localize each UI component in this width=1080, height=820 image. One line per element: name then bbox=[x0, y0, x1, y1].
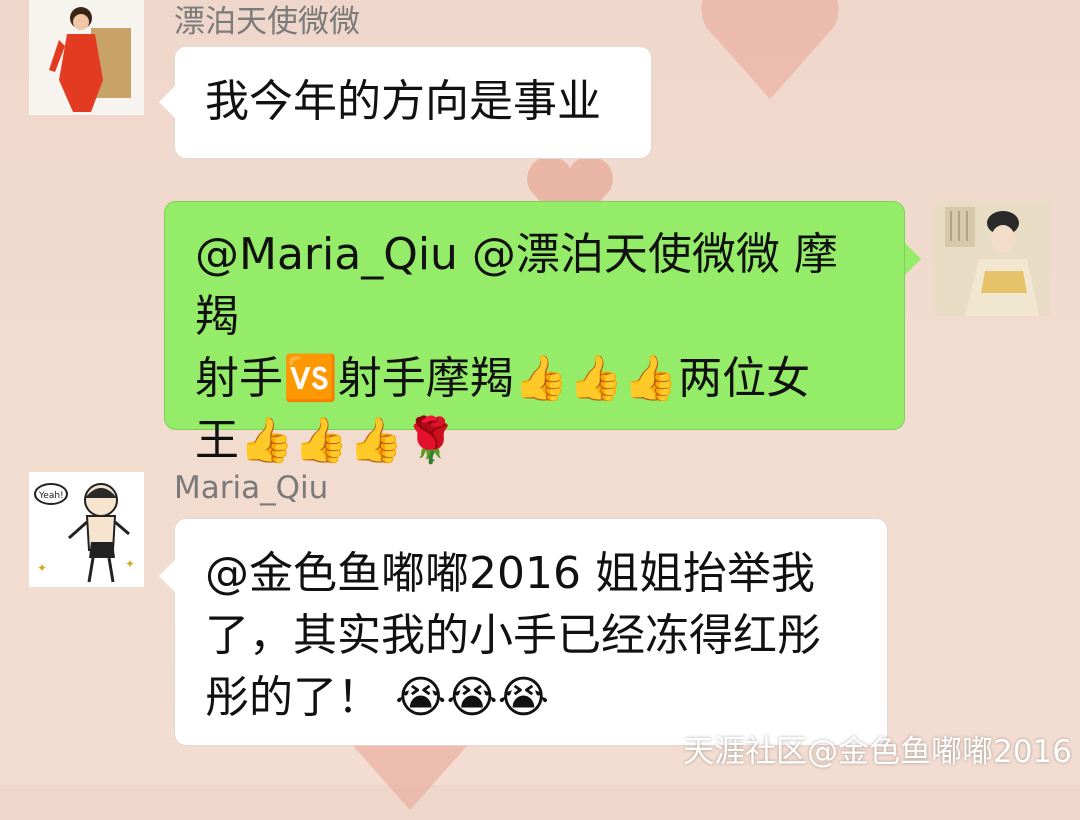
message-line: 射手🆚射手摩羯👍👍👍两位女 bbox=[195, 353, 811, 404]
message-line: 彤的了！ 😭😭😭 bbox=[205, 672, 550, 723]
bubble-tail bbox=[159, 560, 175, 592]
woman-in-red-avatar-icon bbox=[29, 0, 144, 115]
bubble-tail bbox=[905, 243, 921, 275]
watermark: 天涯社区@金色鱼嘟嘟2016 bbox=[683, 734, 1072, 770]
svg-text:✦: ✦ bbox=[37, 561, 47, 575]
message-text: 我今年的方向是事业 bbox=[205, 76, 601, 127]
avatar[interactable] bbox=[935, 201, 1050, 316]
message-line: 王👍👍👍🌹 bbox=[195, 415, 459, 466]
message-bubble[interactable]: @金色鱼嘟嘟2016 姐姐抬举我 了，其实我的小手已经冻得红彤 彤的了！ 😭😭😭 bbox=[174, 518, 888, 746]
message-bubble[interactable]: 我今年的方向是事业 bbox=[174, 46, 652, 159]
svg-text:✦: ✦ bbox=[125, 557, 135, 571]
message-line: @金色鱼嘟嘟2016 姐姐抬举我 bbox=[205, 548, 815, 599]
background-heart-top bbox=[690, 0, 850, 110]
ancient-painting-woman-avatar-icon bbox=[935, 201, 1050, 316]
bubble-tail bbox=[159, 86, 175, 118]
message-line: @Maria_Qiu @漂泊天使微微 摩羯 bbox=[195, 229, 838, 342]
message-line: 了，其实我的小手已经冻得红彤 bbox=[205, 610, 821, 661]
sender-name: 漂泊天使微微 bbox=[174, 4, 360, 40]
cartoon-man-avatar-icon: Yeah! ✦ ✦ bbox=[29, 472, 144, 587]
avatar[interactable] bbox=[29, 0, 144, 115]
sender-name: Maria_Qiu bbox=[174, 470, 329, 506]
avatar[interactable]: Yeah! ✦ ✦ bbox=[29, 472, 144, 587]
message-bubble[interactable]: @Maria_Qiu @漂泊天使微微 摩羯 射手🆚射手摩羯👍👍👍两位女 王👍👍👍… bbox=[164, 201, 905, 466]
svg-text:Yeah!: Yeah! bbox=[38, 491, 64, 501]
